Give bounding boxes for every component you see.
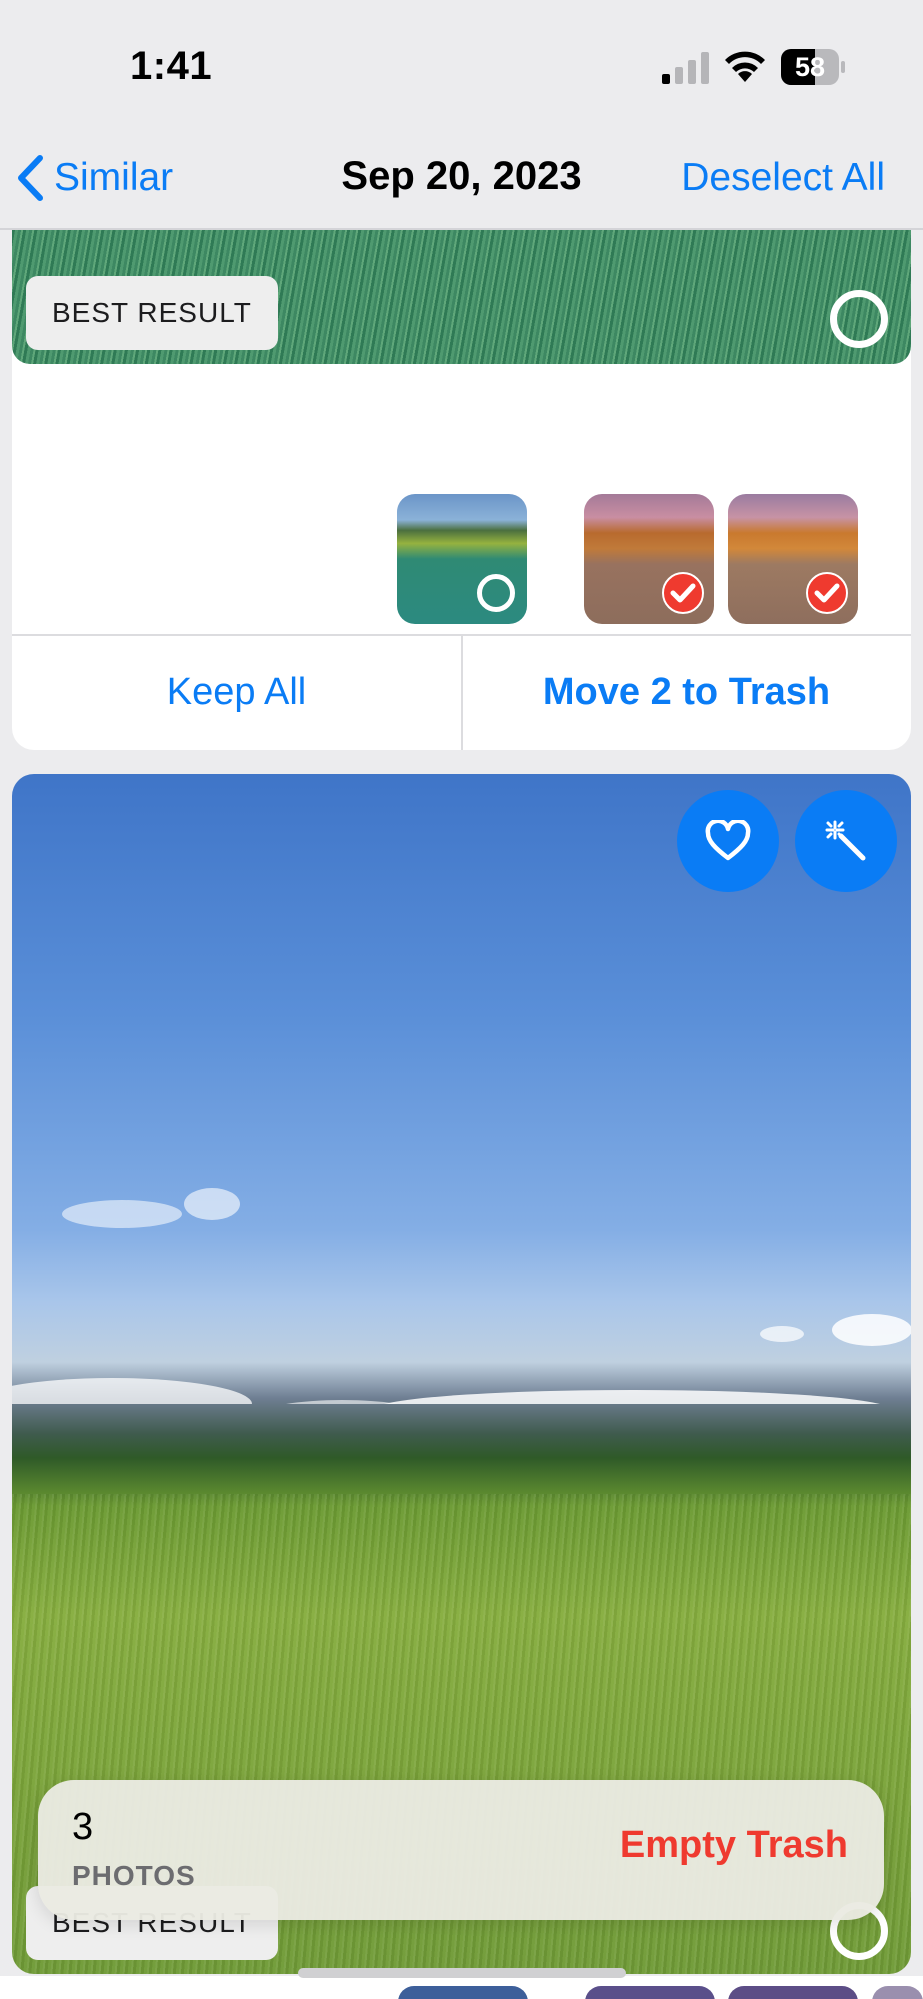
empty-trash-button[interactable]: Empty Trash (620, 1824, 848, 1867)
battery-icon: 58 (780, 48, 846, 86)
photo-thumbnail[interactable] (728, 494, 858, 624)
status-time: 1:41 (130, 44, 213, 88)
heart-icon (705, 820, 751, 861)
photo-thumbnail[interactable] (872, 1986, 923, 1999)
move-to-trash-button[interactable]: Move 2 to Trash (462, 634, 911, 750)
photo-thumbnail[interactable] (397, 494, 527, 624)
enhance-button[interactable] (795, 790, 897, 892)
photo-thumbnail[interactable] (728, 1986, 858, 1999)
photo-thumbnail[interactable] (584, 494, 714, 624)
photo-thumbnail[interactable] (585, 1986, 715, 1999)
deselect-all-button[interactable]: Deselect All (681, 156, 885, 200)
similar-group-card: BEST RESULT Keep All Move 2 to Trash (12, 230, 911, 750)
keep-all-button[interactable]: Keep All (12, 634, 461, 750)
selection-ring-icon[interactable] (830, 290, 888, 348)
trash-count-unit: PHOTOS (72, 1860, 196, 1891)
selection-ring-icon (477, 574, 515, 612)
battery-level: 58 (794, 52, 826, 82)
cellular-signal-icon (662, 52, 709, 84)
sky-clouds (12, 1188, 911, 1404)
best-result-badge: BEST RESULT (26, 276, 278, 350)
wifi-icon (725, 51, 765, 82)
checkmark-icon (662, 572, 704, 614)
trash-bar: 3 PHOTOS Empty Trash (38, 1780, 884, 1920)
home-indicator (298, 1968, 626, 1978)
magic-wand-icon (825, 820, 866, 861)
checkmark-icon (806, 572, 848, 614)
photo-thumbnail[interactable] (398, 1986, 528, 1999)
favorite-button[interactable] (677, 790, 779, 892)
trash-count: 3 (72, 1806, 94, 1848)
